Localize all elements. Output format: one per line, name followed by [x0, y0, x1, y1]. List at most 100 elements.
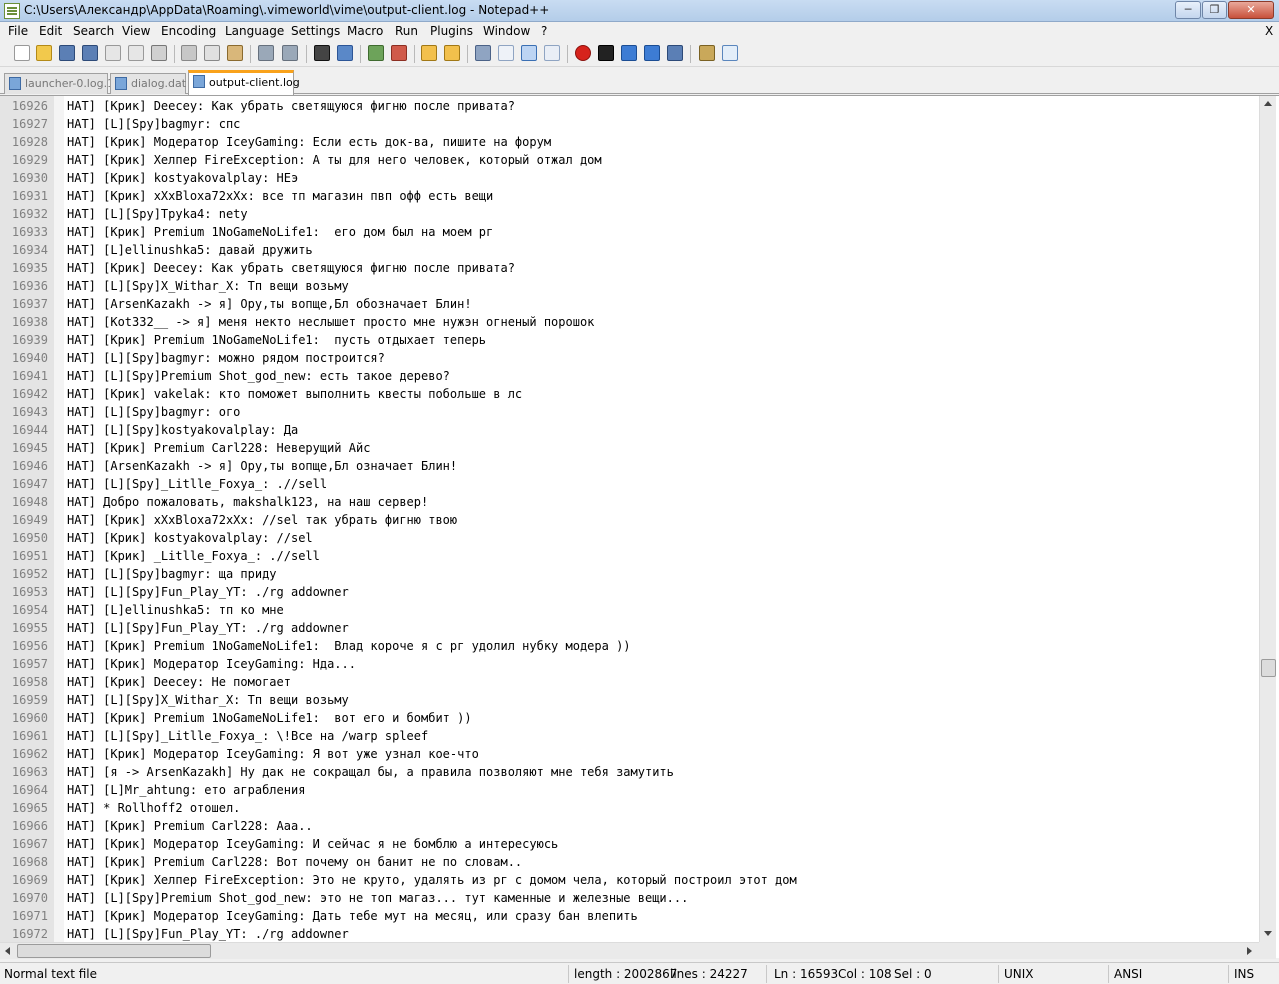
redo-icon[interactable] — [282, 45, 298, 61]
text-line[interactable]: HAT] [L]Mr_ahtung: ето аграбления — [67, 781, 305, 799]
scroll-right-arrow-icon[interactable] — [1247, 947, 1252, 955]
text-line[interactable]: HAT] [L][Spy]_Litlle_Foxya_: .//sell — [67, 475, 327, 493]
text-line[interactable]: HAT] [L][Spy]X_Withar_X: Тп вещи возьму — [67, 691, 349, 709]
text-line[interactable]: HAT] [L][Spy]Fun_Play_YT: ./rg addowner — [67, 925, 349, 943]
menu-window[interactable]: Window — [483, 24, 530, 38]
save-macro-icon[interactable] — [667, 45, 683, 61]
show-all-chars-icon[interactable] — [498, 45, 514, 61]
text-line[interactable]: HAT] [L][Spy]Tpyka4: nety — [67, 205, 248, 223]
tab-output-client-log[interactable]: output-client.log — [188, 70, 300, 95]
close-window-button[interactable]: ✕ — [1228, 1, 1274, 19]
text-line[interactable]: HAT] [Крик] Deecey: Как убрать светящуюс… — [67, 259, 515, 277]
text-line[interactable]: HAT] [Крик] Модератор IceyGaming: Дать т… — [67, 907, 638, 925]
menu-file[interactable]: File — [8, 24, 28, 38]
fold-margin[interactable] — [54, 96, 64, 942]
text-line[interactable]: HAT] [Крик] Premium 1NoGameNoLife1: Влад… — [67, 637, 631, 655]
copy-icon[interactable] — [204, 45, 220, 61]
zoom-in-icon[interactable] — [368, 45, 384, 61]
text-line[interactable]: HAT] [Крик] kostyakovalplay: НЕэ — [67, 169, 298, 187]
text-line[interactable]: HAT] [Крик] Модератор IceyGaming: Если е… — [67, 133, 551, 151]
text-line[interactable]: HAT] [Kot332__ -> я] меня некто неслышет… — [67, 313, 594, 331]
text-line[interactable]: HAT] [L][Spy]bagmyr: можно рядом построи… — [67, 349, 385, 367]
text-line[interactable]: HAT] [Крик] Хелпер FireException: А ты д… — [67, 151, 602, 169]
scroll-left-arrow-icon[interactable] — [5, 947, 10, 955]
print-icon[interactable] — [151, 45, 167, 61]
horizontal-scrollbar[interactable] — [0, 942, 1259, 959]
tab-launcher-log[interactable]: launcher-0.log.1 — [4, 73, 114, 94]
spell-check-icon[interactable] — [699, 45, 715, 61]
stop-macro-icon[interactable] — [598, 45, 614, 61]
zoom-out-icon[interactable] — [391, 45, 407, 61]
cut-icon[interactable] — [181, 45, 197, 61]
text-line[interactable]: HAT] [L][Spy]Premium Shot_god_new: есть … — [67, 367, 450, 385]
text-line[interactable]: HAT] * Rollhoff2 отошел. — [67, 799, 240, 817]
undo-icon[interactable] — [258, 45, 274, 61]
menu-encoding[interactable]: Encoding — [161, 24, 216, 38]
menu-settings[interactable]: Settings — [291, 24, 340, 38]
vertical-scroll-thumb[interactable] — [1261, 659, 1276, 678]
paste-icon[interactable] — [227, 45, 243, 61]
text-line[interactable]: HAT] [L][Spy]_Litlle_Foxya_: \!Все на /w… — [67, 727, 428, 745]
abc-check-icon[interactable] — [722, 45, 738, 61]
text-line[interactable]: HAT] [Крик] Модератор IceyGaming: Я вот … — [67, 745, 479, 763]
text-line[interactable]: HAT] [Крик] vakelak: кто поможет выполни… — [67, 385, 522, 403]
status-encoding[interactable]: ANSI — [1114, 967, 1142, 981]
text-line[interactable]: HAT] [Крик] Premium Carl228: Вот почему … — [67, 853, 522, 871]
text-line[interactable]: HAT] [L][Spy]bagmyr: спс — [67, 115, 240, 133]
open-file-icon[interactable] — [36, 45, 52, 61]
sync-vertical-icon[interactable] — [421, 45, 437, 61]
menu-plugins[interactable]: Plugins — [430, 24, 473, 38]
minimize-button[interactable]: ─ — [1175, 1, 1201, 19]
text-line[interactable]: HAT] [Крик] Premium 1NoGameNoLife1: его … — [67, 223, 493, 241]
new-file-icon[interactable] — [14, 45, 30, 61]
text-line[interactable]: HAT] Добро пожаловать, makshalk123, на н… — [67, 493, 428, 511]
folder-as-workspace-icon[interactable] — [544, 45, 560, 61]
text-line[interactable]: HAT] [L][Spy]Fun_Play_YT: ./rg addowner — [67, 583, 349, 601]
text-line[interactable]: HAT] [L]ellinushka5: тп ко мне — [67, 601, 284, 619]
find-icon[interactable] — [314, 45, 330, 61]
save-all-icon[interactable] — [82, 45, 98, 61]
text-line[interactable]: HAT] [L][Spy]Premium Shot_god_new: это н… — [67, 889, 688, 907]
menu-help[interactable]: ? — [541, 24, 547, 38]
text-line[interactable]: HAT] [я -> ArsenKazakh] Ну дак не сокращ… — [67, 763, 674, 781]
vertical-scrollbar[interactable] — [1259, 96, 1276, 942]
scroll-down-arrow-icon[interactable] — [1264, 931, 1272, 936]
status-insert-mode[interactable]: INS — [1234, 967, 1254, 981]
horizontal-scroll-thumb[interactable] — [17, 944, 211, 958]
text-line[interactable]: HAT] [L][Spy]bagmyr: ща приду — [67, 565, 277, 583]
text-line[interactable]: HAT] [Крик] xXxBloxa72xXx: все тп магази… — [67, 187, 493, 205]
menu-run[interactable]: Run — [395, 24, 418, 38]
menu-macro[interactable]: Macro — [347, 24, 383, 38]
save-icon[interactable] — [59, 45, 75, 61]
run-macro-multiple-icon[interactable] — [644, 45, 660, 61]
text-line[interactable]: HAT] [ArsenKazakh -> я] Ору,ты вопще,Бл … — [67, 457, 457, 475]
text-line[interactable]: HAT] [Крик] Deecey: Не помогает — [67, 673, 291, 691]
text-line[interactable]: HAT] [Крик] Premium Carl228: Ааа.. — [67, 817, 313, 835]
text-line[interactable]: HAT] [ArsenKazakh -> я] Ору,ты вопще,Бл … — [67, 295, 472, 313]
maximize-button[interactable]: ❐ — [1202, 1, 1227, 19]
status-eol[interactable]: UNIX — [1004, 967, 1034, 981]
close-icon[interactable] — [105, 45, 121, 61]
menu-edit[interactable]: Edit — [39, 24, 62, 38]
text-line[interactable]: HAT] [Крик] kostyakovalplay: //sel — [67, 529, 313, 547]
text-line[interactable]: HAT] [L][Spy]kostyakovalplay: Да — [67, 421, 298, 439]
menu-search[interactable]: Search — [73, 24, 114, 38]
text-line[interactable]: HAT] [Крик] Deecey: Как убрать светящуюс… — [67, 97, 515, 115]
text-editor[interactable]: 16926 16927 16928 16929 16930 16931 16932 16933… — [0, 95, 1279, 959]
text-line[interactable]: HAT] [Крик] Premium Carl228: Неверущий А… — [67, 439, 370, 457]
close-all-icon[interactable] — [128, 45, 144, 61]
word-wrap-icon[interactable] — [475, 45, 491, 61]
text-line[interactable]: HAT] [Крик] Premium 1NoGameNoLife1: пуст… — [67, 331, 486, 349]
text-line[interactable]: HAT] [L][Spy]bagmyr: ого — [67, 403, 240, 421]
text-line[interactable]: HAT] [Крик] Premium 1NoGameNoLife1: вот … — [67, 709, 472, 727]
sync-horizontal-icon[interactable] — [444, 45, 460, 61]
tab-dialog-dat[interactable]: dialog.dat — [110, 73, 186, 94]
indent-guide-icon[interactable] — [521, 45, 537, 61]
menu-view[interactable]: View — [122, 24, 150, 38]
text-line[interactable]: HAT] [Крик] Модератор IceyGaming: И сейч… — [67, 835, 558, 853]
line-number-gutter[interactable]: 16926 16927 16928 16929 16930 16931 16932 16933… — [0, 96, 54, 942]
text-line[interactable]: HAT] [Крик] _Litlle_Foxya_: .//sell — [67, 547, 320, 565]
title-bar[interactable]: C:\Users\Александр\AppData\Roaming\.vime… — [0, 0, 1279, 22]
text-line[interactable]: HAT] [L][Spy]X_Withar_X: Тп вещи возьму — [67, 277, 349, 295]
menu-language[interactable]: Language — [225, 24, 284, 38]
